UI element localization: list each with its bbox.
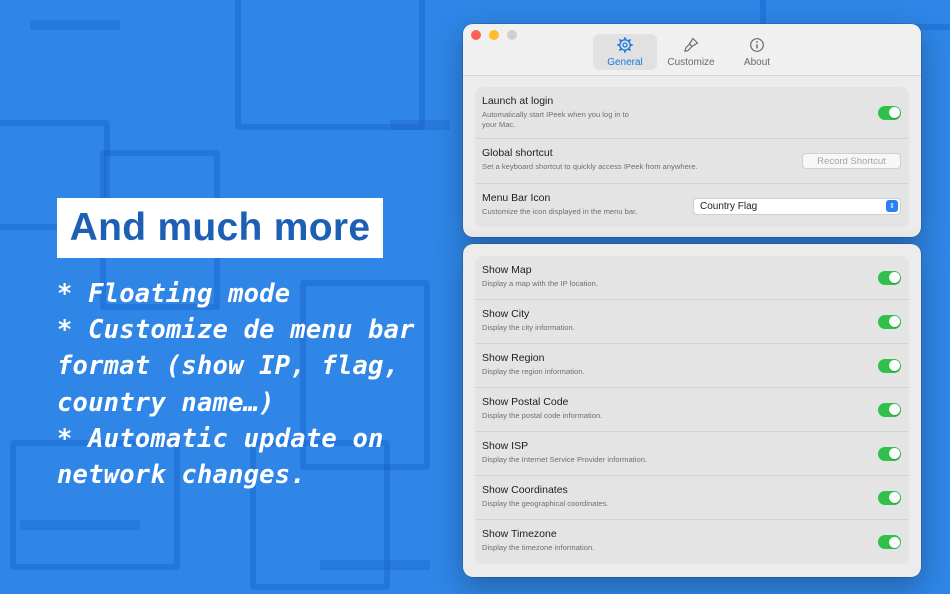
display-options-window: Show Map Display a map with the IP locat… <box>463 244 921 577</box>
display-options-group: Show Map Display a map with the IP locat… <box>475 256 909 564</box>
launch-at-login-toggle[interactable] <box>878 105 901 120</box>
zoom-window-button[interactable] <box>507 30 517 40</box>
show-city-toggle[interactable] <box>878 314 901 329</box>
show-isp-toggle[interactable] <box>878 446 901 461</box>
general-settings-group: Launch at login Automatically start IPee… <box>475 87 909 227</box>
select-value: Country Flag <box>700 200 758 212</box>
window-controls <box>471 30 517 40</box>
tab-about[interactable]: About <box>725 34 789 70</box>
setting-description: Display the geographical coordinates. <box>482 499 609 508</box>
show-region-row: Show Region Display the region informati… <box>475 344 909 388</box>
setting-title: Show City <box>482 308 530 320</box>
setting-title: Show Postal Code <box>482 396 569 408</box>
show-region-toggle[interactable] <box>878 358 901 373</box>
show-timezone-row: Show Timezone Display the timezone infor… <box>475 520 909 564</box>
settings-tabs: General Customize About <box>593 34 789 70</box>
tab-general[interactable]: General <box>593 34 657 70</box>
settings-window: General Customize About Launch at login … <box>463 24 921 237</box>
feature-item: * Automatic update on network changes. <box>57 423 384 491</box>
show-city-row: Show City Display the city information. <box>475 300 909 344</box>
show-isp-row: Show ISP Display the Internet Service Pr… <box>475 432 909 476</box>
launch-at-login-row: Launch at login Automatically start IPee… <box>475 87 909 139</box>
show-coordinates-row: Show Coordinates Display the geographica… <box>475 476 909 520</box>
record-shortcut-button[interactable]: Record Shortcut <box>802 153 901 169</box>
show-map-toggle[interactable] <box>878 270 901 285</box>
setting-description: Display the timezone information. <box>482 543 595 552</box>
setting-title: Show Map <box>482 264 532 276</box>
setting-description: Display the postal code information. <box>482 411 603 420</box>
show-timezone-toggle[interactable] <box>878 535 901 549</box>
info-icon <box>750 38 764 52</box>
tab-customize[interactable]: Customize <box>659 34 723 70</box>
feature-list: * Floating mode * Customize de menu bar … <box>57 276 447 493</box>
gear-icon <box>617 37 633 53</box>
setting-description: Automatically start IPeek when you log i… <box>482 110 629 129</box>
chevron-updown-icon: ⇕ <box>886 200 898 212</box>
global-shortcut-row: Global shortcut Set a keyboard shortcut … <box>475 139 909 184</box>
show-postal-code-row: Show Postal Code Display the postal code… <box>475 388 909 432</box>
setting-title: Show Region <box>482 352 545 364</box>
minimize-window-button[interactable] <box>489 30 499 40</box>
headline-banner: And much more <box>57 198 383 258</box>
setting-title: Show Timezone <box>482 528 557 540</box>
menu-bar-icon-row: Menu Bar Icon Customize the icon display… <box>475 184 909 227</box>
feature-item: * Customize de menu bar format (show IP,… <box>57 315 415 418</box>
tab-label: About <box>743 57 771 68</box>
setting-description: Display the region information. <box>482 367 585 376</box>
headline-text: And much more <box>69 206 371 249</box>
show-map-row: Show Map Display a map with the IP locat… <box>475 256 909 300</box>
setting-title: Show ISP <box>482 440 529 452</box>
close-window-button[interactable] <box>471 30 481 40</box>
setting-description: Display the city information. <box>482 323 575 332</box>
tab-label: Customize <box>667 57 715 68</box>
paintbrush-icon <box>684 37 699 52</box>
setting-title: Show Coordinates <box>482 484 568 496</box>
setting-description: Display the Internet Service Provider in… <box>482 455 648 464</box>
menu-bar-icon-select[interactable]: Country Flag ⇕ <box>693 197 901 215</box>
setting-title: Launch at login <box>482 95 554 107</box>
feature-item: * Floating mode <box>57 279 291 309</box>
tab-label: General <box>607 57 643 68</box>
setting-description: Display a map with the IP location. <box>482 279 598 288</box>
show-postal-code-toggle[interactable] <box>878 402 901 417</box>
show-coordinates-toggle[interactable] <box>878 490 901 505</box>
settings-toolbar: General Customize About <box>463 24 921 76</box>
